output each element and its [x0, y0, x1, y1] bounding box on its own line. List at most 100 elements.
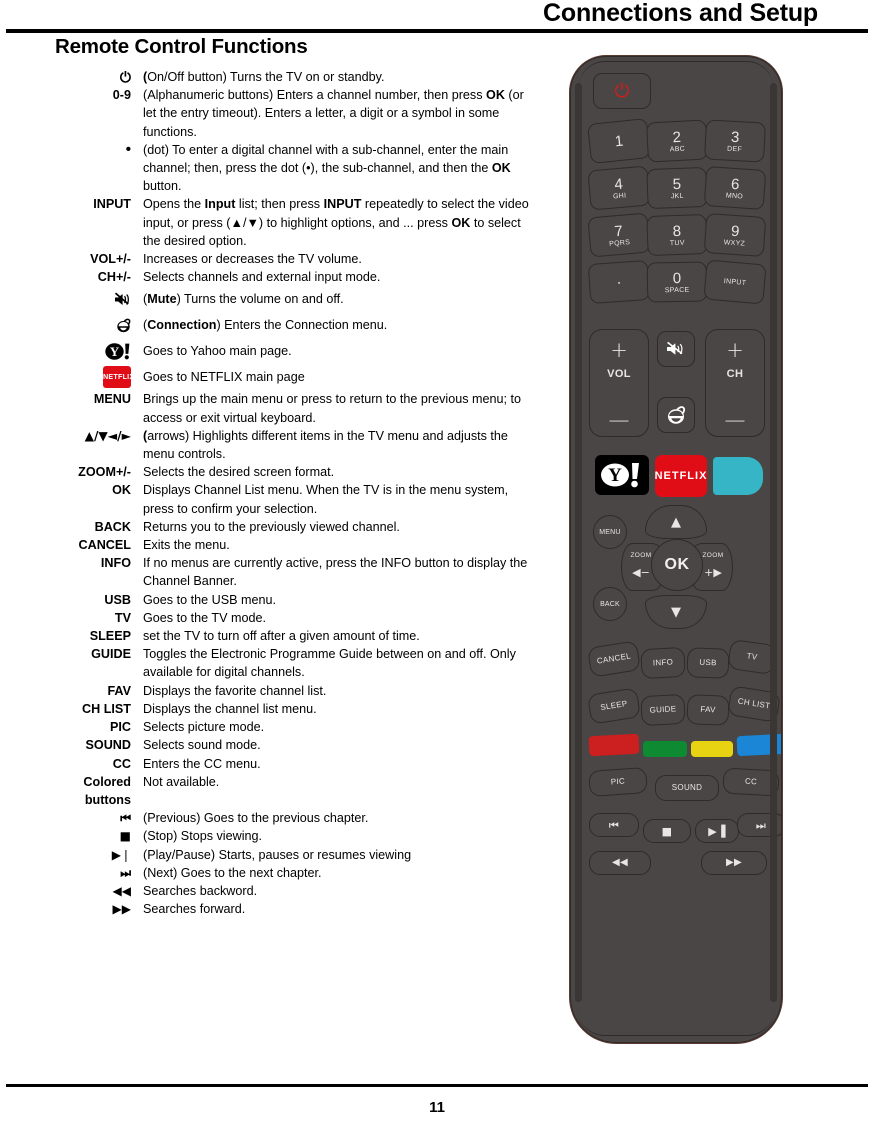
- remote-key-2: 2 ABC: [645, 119, 709, 163]
- function-term: Y: [0, 338, 131, 364]
- play-pause-icon: ▶❘: [111, 847, 131, 862]
- function-row: Y Goes to Yahoo main page.: [0, 338, 540, 364]
- function-row: BACK Returns you to the previously viewed…: [0, 518, 540, 536]
- remote-ok-button: OK: [651, 539, 703, 591]
- remote-power-button: ⏻: [593, 73, 651, 109]
- remote-key-5: 5 JKL: [646, 166, 708, 210]
- function-term: ▶▶: [0, 900, 131, 918]
- function-row: CH+/- Selects channels and external input…: [0, 268, 540, 286]
- function-description: Returns you to the previously viewed cha…: [143, 519, 400, 534]
- function-description: If no menus are currently active, press …: [143, 556, 528, 589]
- remote-button-info: INFO: [640, 646, 686, 680]
- mute-icon: [114, 292, 131, 307]
- remote-blue-brand-button: [713, 457, 763, 495]
- remote-stop-button: ■: [643, 819, 691, 843]
- remote-button-ch-list: CH LIST: [726, 685, 781, 723]
- function-description: Goes to the USB menu.: [143, 592, 277, 607]
- page-title: Connections and Setup: [543, 0, 818, 27]
- function-row: NETFLIX Goes to NETFLIX main page: [0, 364, 540, 390]
- function-term: INPUT: [93, 197, 131, 212]
- remote-fast-forward-button: ▶▶: [701, 851, 767, 875]
- remote-mute-button: [657, 331, 695, 367]
- remote-function-list: ⏻ (On/Off button) Turns the TV on or stan…: [0, 68, 540, 918]
- remote-key-·: ·: [587, 259, 651, 305]
- function-row: ZOOM+/- Selects the desired screen format…: [0, 463, 540, 481]
- arrow-keys-label: ▲/▼◄/►: [84, 428, 131, 443]
- function-term: USB: [104, 592, 131, 607]
- function-description: (On/Off button) Turns the TV on or stand…: [143, 70, 385, 84]
- remote-netflix-button: NETFLIX: [655, 455, 707, 497]
- function-row: OK Displays Channel List menu. When the T…: [0, 481, 540, 517]
- remote-keys: ⏻ 1 2 ABC 3 DEF 4 GHI 5 JKL 6 MNO 7 PQRS 8 TUV 9 WXYZ · 0 SP…: [585, 57, 781, 1042]
- function-term: FAV: [107, 683, 131, 698]
- footer-divider: [6, 1084, 868, 1087]
- remote-key-0: 0 SPACE: [646, 261, 708, 303]
- function-row: ⏮ (Previous) Goes to the previous chapter…: [0, 809, 540, 827]
- remote-ch-bar: + CH —: [705, 329, 765, 437]
- function-description: (Stop) Stops viewing.: [143, 829, 262, 844]
- remote-key-3: 3 DEF: [703, 119, 767, 163]
- function-description: Enters the CC menu.: [143, 756, 261, 771]
- function-row: ▶❘ (Play/Pause) Starts, pauses or resumes…: [0, 846, 540, 864]
- function-row: INPUT Opens the Input list; then press IN…: [0, 195, 540, 250]
- remote-back-button: BACK: [593, 587, 627, 621]
- function-description: (Previous) Goes to the previous chapter.: [143, 811, 369, 826]
- remote-menu-button: MENU: [593, 515, 627, 549]
- function-row: CC Enters the CC menu.: [0, 755, 540, 773]
- manual-page: Connections and Setup Remote Control Fun…: [0, 0, 874, 1134]
- function-row: ■ (Stop) Stops viewing.: [0, 827, 540, 845]
- remote-dpad-up: ▲: [645, 505, 707, 539]
- remote-button-fav: FAV: [686, 694, 730, 726]
- remote-button-cc: CC: [722, 767, 780, 797]
- stop-icon: ■: [119, 829, 131, 844]
- remote-blue-button: [736, 733, 781, 757]
- remote-button-pic: PIC: [588, 767, 648, 797]
- function-row: INFO If no menus are currently active, pr…: [0, 554, 540, 590]
- function-row: SOUND Selects sound mode.: [0, 736, 540, 754]
- function-term: MENU: [93, 392, 131, 407]
- remote-button-guide: GUIDE: [640, 693, 686, 727]
- function-description: Selects the desired screen format.: [143, 465, 335, 480]
- remote-green-button: [643, 741, 687, 757]
- function-term: PIC: [110, 720, 131, 735]
- remote-rewind-button: ◀◀: [589, 851, 651, 875]
- function-description: (Alphanumeric buttons) Enters a channel …: [143, 88, 524, 139]
- function-row: Colored buttons Not available.: [0, 773, 540, 809]
- function-row: ⏭ (Next) Goes to the next chapter.: [0, 864, 540, 882]
- function-row: CH LIST Displays the channel list menu.: [0, 700, 540, 718]
- remote-control-illustration: ⏻ 1 2 ABC 3 DEF 4 GHI 5 JKL 6 MNO 7 PQRS 8 TUV 9 WXYZ · 0 SP…: [556, 52, 806, 1062]
- function-row: FAV Displays the favorite channel list.: [0, 682, 540, 700]
- function-description: (dot) To enter a digital channel with a …: [143, 142, 511, 194]
- svg-text:Y: Y: [608, 465, 622, 486]
- svg-text:Y: Y: [110, 344, 120, 359]
- remote-button-cancel: CANCEL: [586, 640, 642, 678]
- function-description: Goes to Yahoo main page.: [143, 344, 292, 359]
- function-term: ◀◀: [0, 882, 131, 900]
- function-row: VOL+/- Increases or decreases the TV volu…: [0, 250, 540, 268]
- header-divider: [6, 29, 868, 33]
- remote-yellow-button: [691, 741, 733, 757]
- function-term: CH+/-: [97, 270, 131, 285]
- function-row: GUIDE Toggles the Electronic Programme Gu…: [0, 645, 540, 681]
- remote-next-button: ⏭: [737, 813, 781, 837]
- function-row: TV Goes to the TV mode.: [0, 609, 540, 627]
- function-description: Displays the channel list menu.: [143, 701, 317, 716]
- function-row: SLEEP set the TV to turn off after a give…: [0, 627, 540, 645]
- function-term: ▶❘: [0, 846, 131, 864]
- function-description: Selects channels and external input mode…: [143, 270, 381, 285]
- remote-key-7: 7 PQRS: [587, 212, 651, 258]
- function-term: ⏮: [0, 809, 131, 827]
- function-description: Goes to the TV mode.: [143, 610, 266, 625]
- yahoo-icon: Y: [105, 343, 131, 360]
- function-description: Brings up the main menu or press to retu…: [143, 392, 522, 425]
- function-term: ▲/▼◄/►: [0, 427, 131, 445]
- remote-button-sound: SOUND: [655, 775, 719, 801]
- function-row: (Mute) Turns the volume on and off.: [0, 286, 540, 312]
- rewind-icon: ◀◀: [112, 883, 131, 898]
- function-term: 0-9: [112, 88, 131, 103]
- remote-button-usb: USB: [686, 647, 730, 679]
- function-description: Displays the favorite channel list.: [143, 683, 327, 698]
- function-description: (Connection) Enters the Connection menu.: [143, 318, 388, 333]
- remote-previous-button: ⏮: [589, 813, 639, 837]
- function-term: ⏻: [0, 68, 131, 86]
